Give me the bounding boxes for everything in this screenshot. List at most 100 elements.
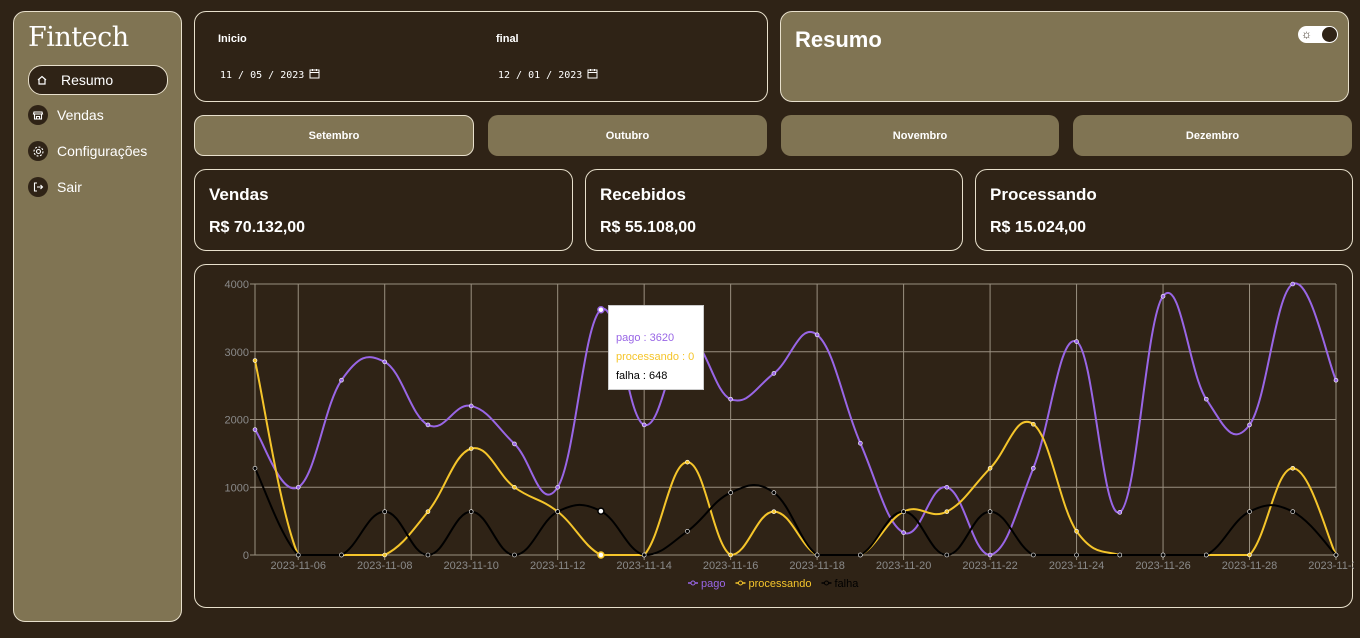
sidebar-item-resumo[interactable]: Resumo	[28, 65, 168, 95]
end-date-label: final	[496, 33, 519, 45]
data-point-pago	[382, 359, 388, 365]
card-title: Vendas	[209, 185, 269, 204]
x-tick-label: 2023-11-10	[443, 560, 498, 572]
start-date-input[interactable]: 11 / 05 / 2023	[220, 68, 320, 82]
sidebar-item-label: Configurações	[57, 143, 148, 159]
gear-icon	[28, 141, 48, 161]
y-tick-label: 3000	[225, 347, 249, 359]
sidebar-item-label: Vendas	[57, 107, 104, 123]
legend-marker-pago	[690, 580, 696, 586]
tooltip-falha: falha : 648	[616, 370, 668, 382]
x-tick-label: 2023-11-18	[789, 560, 844, 572]
data-point-falha	[1117, 552, 1123, 558]
y-tick-label: 4000	[225, 279, 249, 291]
x-tick-label: 2023-11-30	[1308, 560, 1354, 572]
data-point-pago	[814, 332, 820, 338]
data-point-pago	[425, 422, 431, 428]
sidebar: Fintech Resumo Vendas Configurações Sair	[13, 11, 182, 622]
tooltip-pago: pago : 3620	[616, 332, 675, 344]
line-chart[interactable]: 0 1000 2000 3000 4000 2023-11-06 2023-11-08 202…	[195, 265, 1354, 609]
end-date-value: 12 / 01 / 2023	[498, 69, 583, 81]
y-tick-label: 1000	[225, 482, 249, 494]
summary-header: Resumo ☼	[780, 11, 1349, 102]
data-point-processando	[468, 446, 474, 451]
store-icon	[28, 105, 48, 125]
data-point-pago	[1117, 510, 1123, 515]
data-point-falha	[555, 509, 560, 514]
data-point-pago	[468, 403, 474, 409]
x-tick-label: 2023-11-06	[271, 560, 326, 572]
calendar-icon[interactable]	[587, 68, 598, 82]
card-title: Processando	[990, 185, 1097, 204]
data-point-pago	[858, 440, 863, 446]
data-point-falha	[685, 528, 690, 534]
legend-label-pago: pago	[701, 578, 725, 590]
data-point-falha	[252, 465, 258, 471]
data-point-pago	[1074, 339, 1079, 344]
calendar-icon[interactable]	[309, 68, 320, 82]
sidebar-item-vendas[interactable]: Vendas	[28, 100, 168, 130]
legend-label-processando: processando	[748, 578, 811, 590]
start-date-value: 11 / 05 / 2023	[220, 69, 305, 81]
card-recebidos: Recebidos R$ 55.108,00	[585, 169, 963, 251]
data-point-processando	[728, 552, 733, 558]
data-point-pago	[771, 371, 777, 376]
data-point-processando	[597, 551, 605, 559]
data-point-pago	[339, 377, 344, 383]
tooltip-processando: processando : 0	[616, 351, 695, 363]
month-button-outubro[interactable]: Outubro	[488, 115, 767, 156]
data-point-pago	[597, 305, 605, 314]
logout-icon	[28, 177, 48, 197]
data-point-falha	[1160, 552, 1166, 558]
data-point-processando	[252, 358, 258, 363]
data-point-falha	[814, 552, 820, 558]
month-button-dezembro[interactable]: Dezembro	[1073, 115, 1352, 156]
x-tick-label: 2023-11-12	[530, 560, 585, 572]
sun-icon: ☼	[1301, 27, 1312, 41]
sidebar-item-configuracoes[interactable]: Configurações	[28, 136, 168, 166]
data-point-pago	[1160, 293, 1166, 299]
card-value: R$ 70.132,00	[209, 219, 306, 236]
data-point-falha	[1074, 552, 1079, 558]
data-point-pago	[295, 484, 301, 490]
data-point-processando	[512, 484, 517, 490]
data-point-pago	[1031, 465, 1036, 471]
y-tick-label: 2000	[225, 415, 249, 427]
data-point-processando	[382, 552, 388, 558]
data-point-processando	[1247, 552, 1252, 558]
theme-toggle[interactable]: ☼	[1298, 26, 1338, 43]
sidebar-item-sair[interactable]: Sair	[28, 172, 168, 202]
card-value: R$ 55.108,00	[600, 219, 697, 236]
chart-panel: 0 1000 2000 3000 4000 2023-11-06 2023-11-08 202…	[194, 264, 1354, 609]
data-point-falha	[1290, 509, 1296, 514]
month-button-setembro[interactable]: Setembro	[194, 115, 474, 156]
chart-tooltip: pago : 3620 processando : 0 falha : 648	[608, 305, 704, 390]
data-point-pago	[555, 484, 560, 490]
app-logo: Fintech	[28, 22, 129, 53]
toggle-knob	[1322, 27, 1337, 42]
data-point-falha	[339, 552, 344, 558]
data-point-falha	[1247, 509, 1252, 514]
card-title: Recebidos	[600, 185, 686, 204]
home-icon	[32, 70, 52, 90]
x-tick-label: 2023-11-08	[357, 560, 412, 572]
data-point-processando	[1074, 528, 1079, 534]
sidebar-item-label: Resumo	[61, 72, 114, 88]
legend-label-falha: falha	[834, 578, 859, 590]
x-tick-label: 2023-11-28	[1222, 560, 1277, 572]
x-tick-label: 2023-11-20	[876, 560, 931, 572]
data-point-pago	[641, 422, 647, 428]
card-processando: Processando R$ 15.024,00	[975, 169, 1353, 251]
data-point-processando	[1031, 421, 1036, 427]
data-point-pago	[901, 530, 906, 535]
legend-marker-processando	[737, 580, 743, 586]
data-point-pago	[728, 396, 733, 402]
data-point-falha	[987, 509, 993, 514]
month-button-novembro[interactable]: Novembro	[781, 115, 1059, 156]
data-point-falha	[295, 552, 301, 558]
series-line-falha	[254, 467, 1337, 557]
x-tick-label: 2023-11-22	[962, 560, 1017, 572]
start-date-label: Inicio	[218, 33, 247, 45]
data-point-falha	[771, 490, 777, 495]
end-date-input[interactable]: 12 / 01 / 2023	[498, 68, 598, 82]
